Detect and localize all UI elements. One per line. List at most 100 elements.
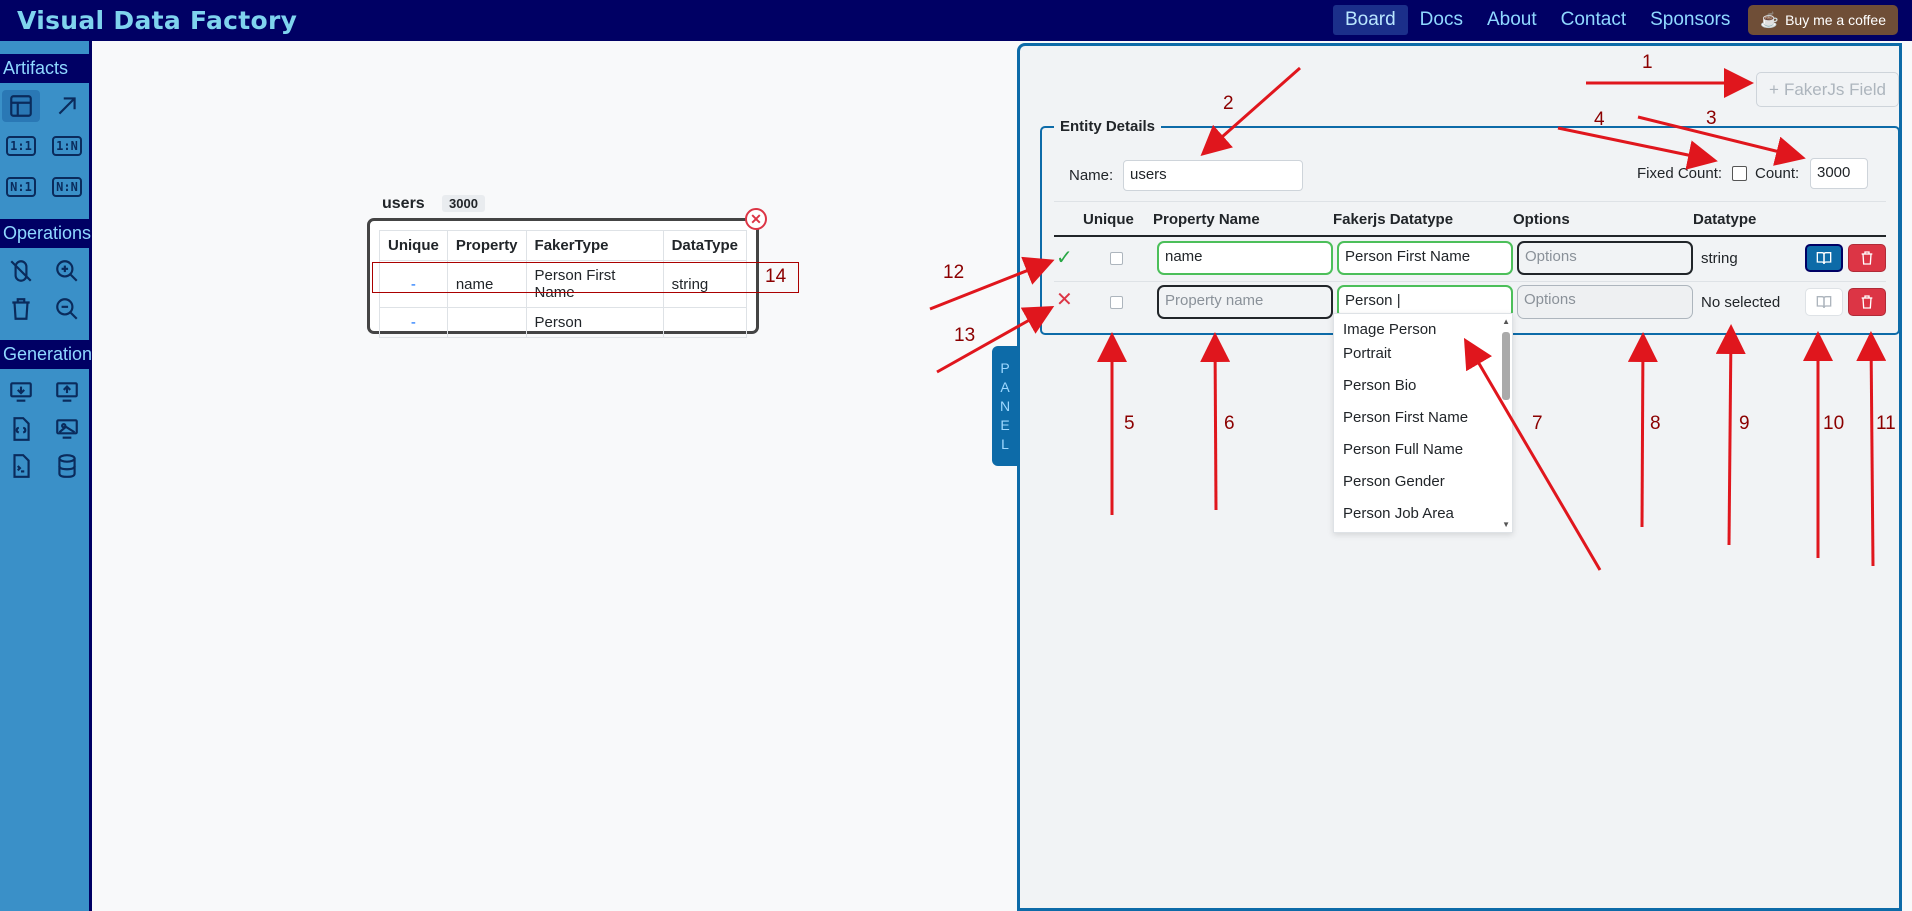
entity-cell-property [446,307,527,338]
dropdown-option[interactable]: Person Gender [1334,466,1494,498]
unique-checkbox[interactable] [1110,252,1123,265]
panel-tab-letter: N [999,398,1011,414]
col-property-name: Property Name [1153,211,1260,228]
database-icon[interactable] [48,450,86,482]
entity-col-property: Property [446,230,527,261]
add-fakerjs-field-button[interactable]: + FakerJs Field [1756,72,1899,107]
nav-docs[interactable]: Docs [1408,5,1475,35]
entity-count-badge: 3000 [442,195,485,212]
annotation-6: 6 [1224,413,1235,434]
annotation-3: 3 [1706,108,1717,129]
property-name-input[interactable]: name [1157,241,1333,275]
panel-tab-letter: L [1001,436,1009,452]
relation-one-to-many-button[interactable]: 1:N [48,130,86,162]
buy-coffee-button[interactable]: ☕ Buy me a coffee [1748,5,1898,35]
sql-file-icon[interactable] [2,450,40,482]
delete-row-button[interactable] [1848,244,1886,272]
col-datatype: Datatype [1693,211,1757,228]
annotation-12: 12 [943,262,965,283]
scroll-down-icon[interactable]: ▼ [1502,520,1510,529]
relation-many-to-one-button[interactable]: N:1 [2,171,40,203]
dropdown-option[interactable]: Person Full Name [1334,434,1494,466]
upload-screen-icon[interactable] [48,376,86,408]
options-placeholder: Options [1525,248,1577,265]
nav-board[interactable]: Board [1332,5,1408,35]
options-input[interactable]: Options [1517,285,1693,319]
ratio-1-1-label: 1:1 [6,136,36,156]
disable-pointer-icon[interactable] [2,255,40,287]
ratio-n-n-label: N:N [52,177,82,197]
entity-name-input[interactable]: users [1123,160,1303,191]
relation-one-to-one-button[interactable]: 1:1 [2,130,40,162]
relation-many-to-many-button[interactable]: N:N [48,171,86,203]
panel-toggle-tab[interactable]: P A N E L [992,346,1018,466]
entity-title[interactable]: users [382,195,425,213]
options-placeholder: Options [1524,291,1576,308]
annotation-9: 9 [1739,413,1750,434]
arrow-tool-icon[interactable] [48,90,86,122]
panel-tab-letter: E [1000,417,1010,433]
count-label: Count: [1755,165,1800,182]
fixed-count-label: Fixed Count: [1637,165,1723,182]
fixed-count-checkbox[interactable] [1732,166,1747,181]
dropdown-option[interactable]: Image Person Portrait [1334,314,1494,370]
annotation-1: 1 [1642,52,1653,73]
dropdown-option[interactable]: Person Bio [1334,370,1494,402]
property-name-input[interactable]: Property name [1157,285,1333,319]
table-row[interactable]: - Person [379,307,748,338]
entity-cell-unique: - [379,307,448,338]
scroll-up-icon[interactable]: ▲ [1502,317,1510,326]
unique-checkbox[interactable] [1110,296,1123,309]
name-label: Name: [1069,167,1114,184]
fakerjs-suggestions-dropdown[interactable]: Image Person Portrait Person Bio Person … [1333,313,1513,533]
book-icon[interactable] [1805,288,1843,316]
entity-col-unique: Unique [379,230,448,261]
col-options: Options [1513,211,1570,228]
datatype-value: No selected [1701,294,1781,311]
trash-icon[interactable] [2,293,40,325]
col-fakerjs-datatype: Fakerjs Datatype [1333,211,1454,228]
datatype-value: string [1701,250,1738,267]
brand-title[interactable]: Visual Data Factory [17,6,297,35]
options-input[interactable]: Options [1517,241,1693,275]
invalid-x-icon: ✕ [1056,289,1073,311]
trash-icon [1861,295,1873,309]
nav-contact[interactable]: Contact [1549,5,1638,35]
annotation-14: 14 [765,266,787,287]
panel-tab-letter: A [1000,379,1010,395]
section-operations: Operations [0,219,100,248]
property-name-placeholder: Property name [1165,292,1264,309]
plus-icon: + [1769,79,1779,99]
book-icon[interactable] [1805,244,1843,272]
tool-sidebar: Artifacts 1:1 1:N N:1 N:N Operations Gen… [0,41,100,911]
dropdown-option[interactable]: Person First Name [1334,402,1494,434]
divider [1054,281,1886,282]
close-entity-icon[interactable]: ✕ [745,208,767,230]
trash-icon [1861,251,1873,265]
coffee-icon: ☕ [1760,12,1780,29]
count-input[interactable]: 3000 [1810,158,1868,189]
zoom-out-icon[interactable] [48,293,86,325]
section-generation: Generation [0,340,100,369]
fakerjs-datatype-input[interactable]: Person First Name [1337,241,1513,275]
nav-sponsors[interactable]: Sponsors [1638,5,1742,35]
dropdown-option[interactable]: Person Job Area [1334,498,1494,530]
buy-coffee-label: Buy me a coffee [1785,12,1886,28]
dropdown-scrollbar[interactable] [1502,332,1510,400]
entity-col-datatype: DataType [662,230,748,261]
download-screen-icon[interactable] [2,376,40,408]
table-tool-icon[interactable] [2,90,40,122]
zoom-in-icon[interactable] [48,255,86,287]
nav-about[interactable]: About [1475,5,1549,35]
board-canvas[interactable] [92,41,1017,911]
valid-check-icon: ✓ [1056,247,1073,269]
annotation-4: 4 [1594,109,1605,130]
image-screen-icon[interactable] [48,413,86,445]
col-unique: Unique [1083,211,1134,228]
annotation-11: 11 [1876,413,1896,434]
delete-row-button[interactable] [1848,288,1886,316]
add-fakerjs-field-label: FakerJs Field [1783,79,1886,99]
json-file-icon[interactable] [2,413,40,445]
entity-cell-datatype [662,307,748,338]
main-nav: Board Docs About Contact Sponsors ☕ Buy … [1332,5,1898,35]
